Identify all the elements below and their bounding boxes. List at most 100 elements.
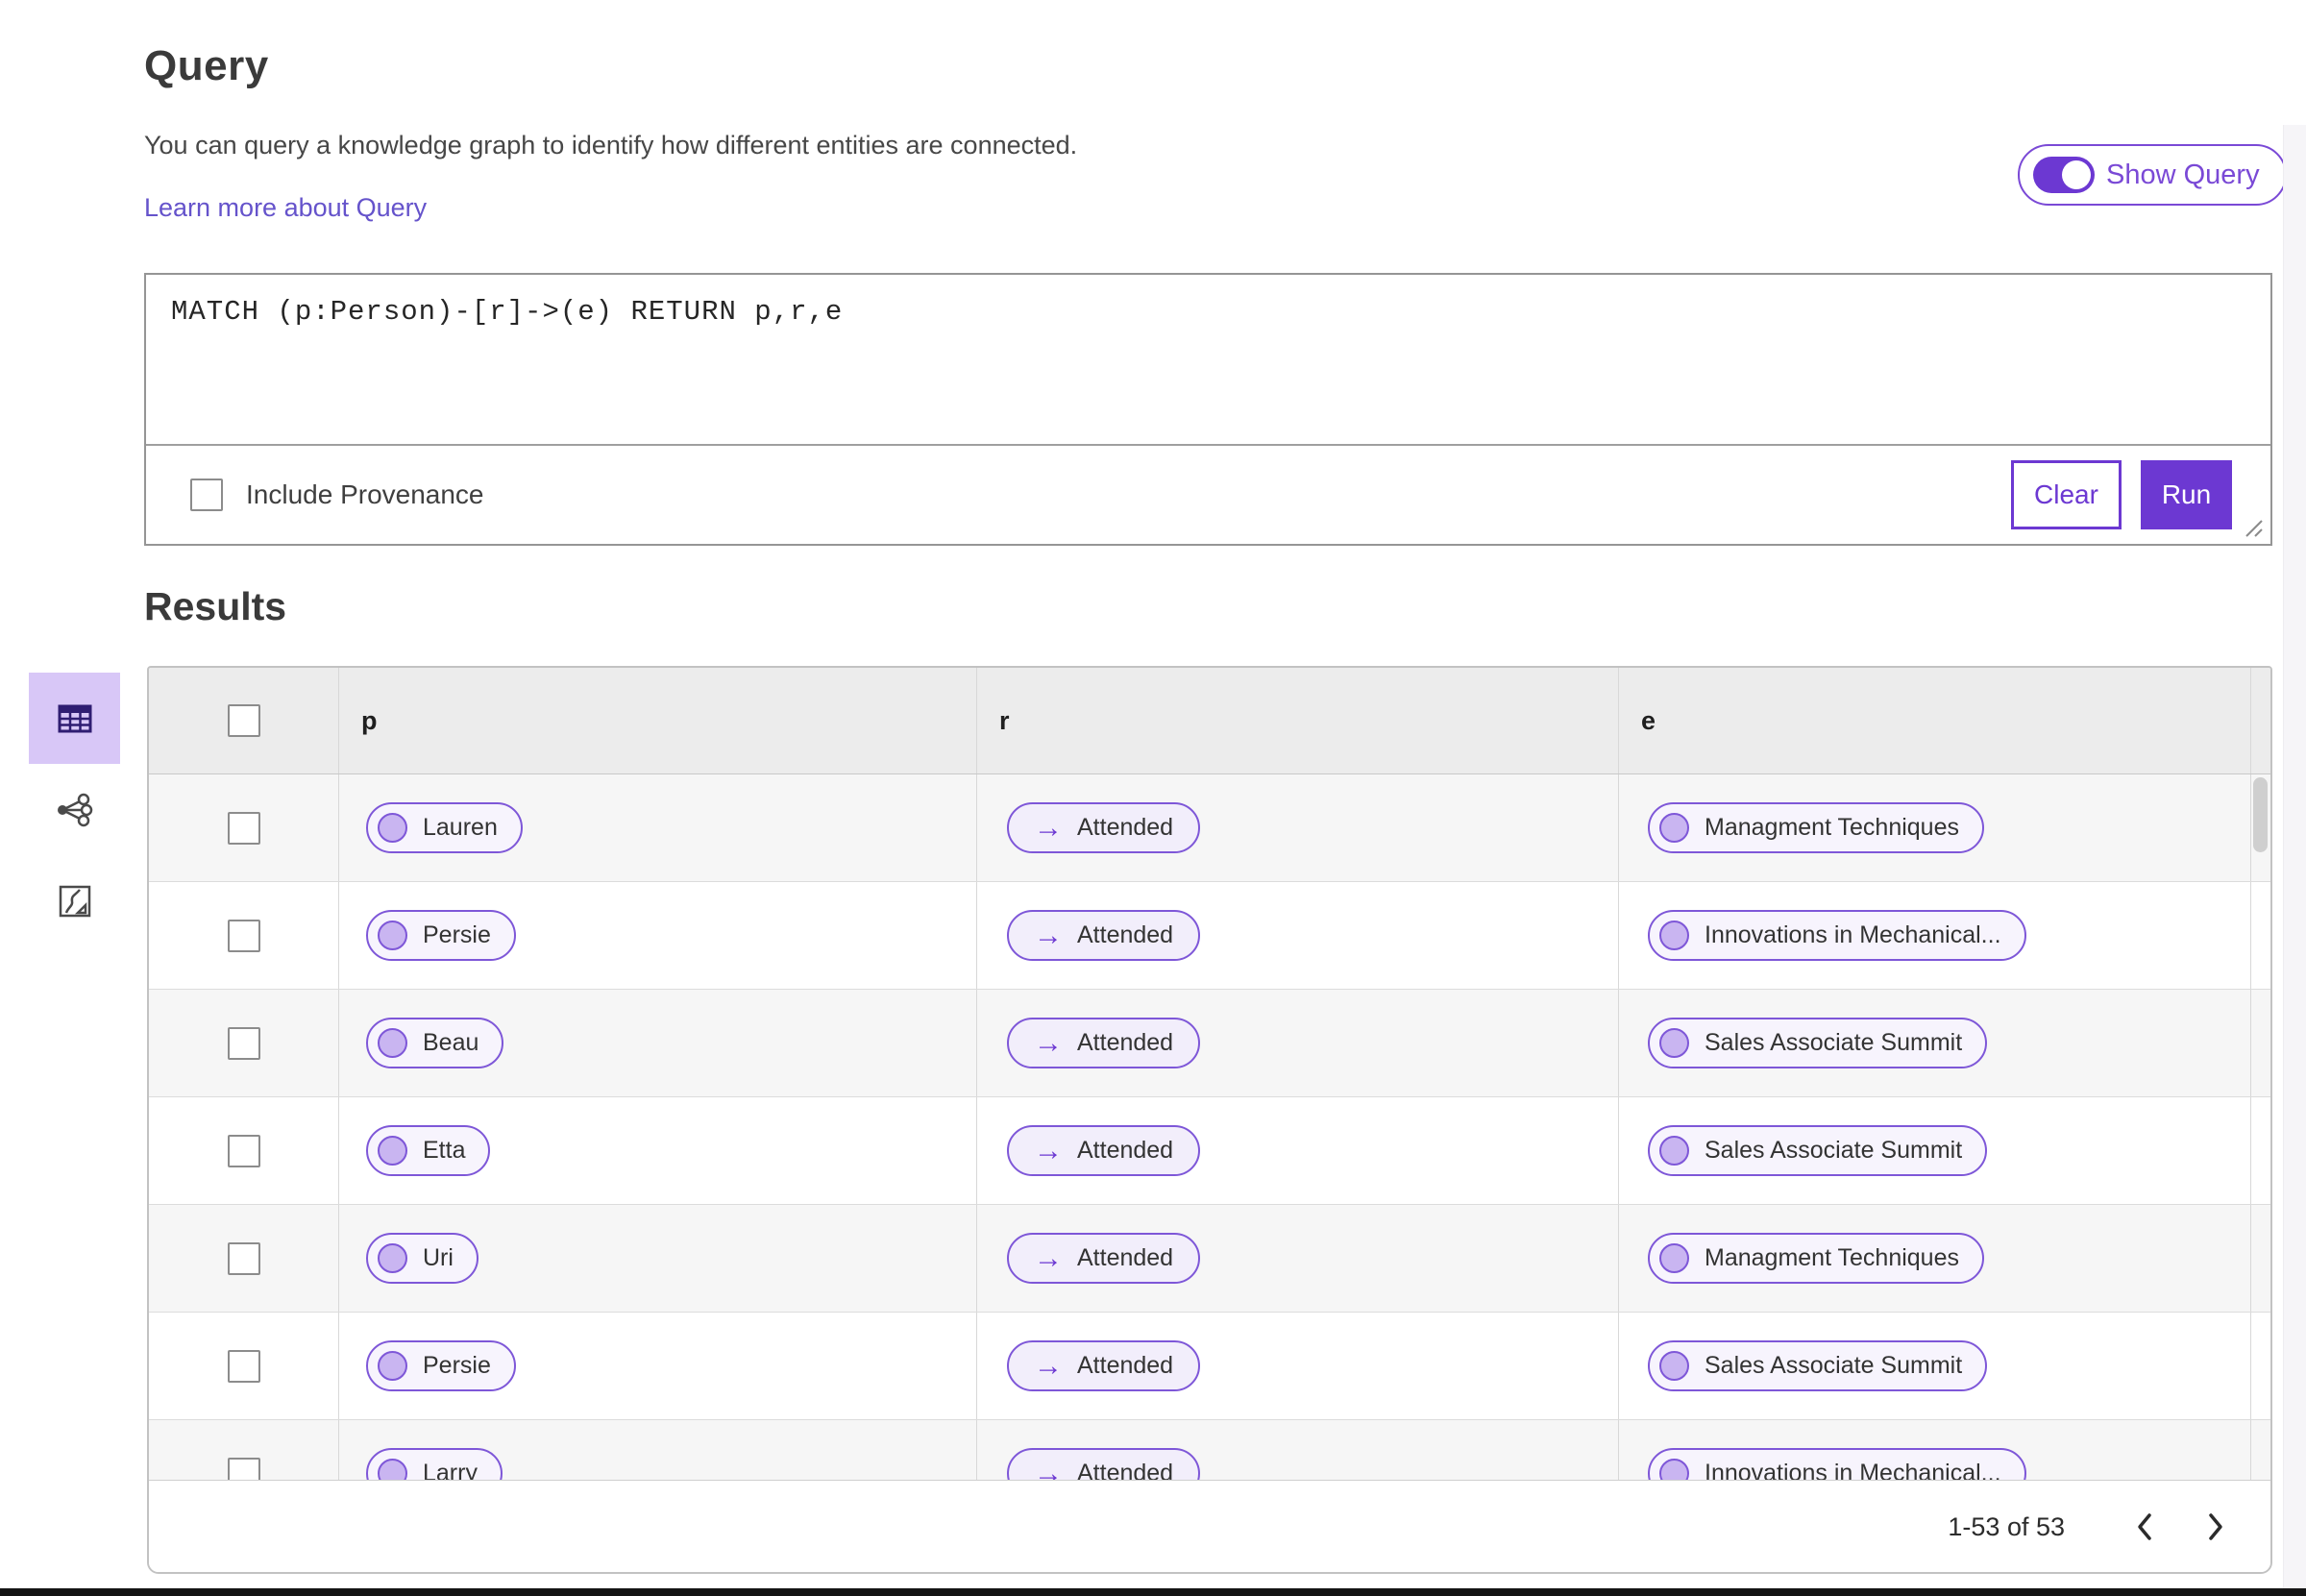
entity-pill-label: Sales Associate Summit bbox=[1705, 1029, 1963, 1056]
entity-dot-icon bbox=[1659, 813, 1689, 843]
arrow-right-icon: → bbox=[1034, 811, 1063, 844]
entity-pill-label: Etta bbox=[423, 1137, 466, 1164]
arrow-right-icon: → bbox=[1034, 1241, 1063, 1274]
table-row: Beau → Attended Sales Associate Summit bbox=[149, 990, 2270, 1097]
row-checkbox[interactable] bbox=[227, 919, 260, 952]
entity-dot-icon bbox=[378, 813, 407, 843]
entity-pill-p[interactable]: Persie bbox=[366, 1340, 516, 1391]
row-checkbox[interactable] bbox=[227, 1457, 260, 1480]
table-row: Etta → Attended Sales Associate Summit bbox=[149, 1097, 2270, 1205]
entity-pill-p[interactable]: Larry bbox=[366, 1448, 503, 1480]
entity-pill-label: Larry bbox=[423, 1460, 478, 1480]
table-view-button[interactable] bbox=[29, 673, 120, 764]
entity-pill-e[interactable]: Managment Techniques bbox=[1648, 802, 1984, 853]
results-table: p r e Lauren → Attended Managment Techni… bbox=[147, 666, 2272, 1574]
relation-pill-label: Attended bbox=[1077, 1244, 1174, 1271]
table-row: Persie → Attended Innovations in Mechani… bbox=[149, 882, 2270, 990]
arrow-right-icon: → bbox=[1034, 919, 1063, 951]
relation-pill[interactable]: → Attended bbox=[1007, 1233, 1201, 1284]
entity-pill-p[interactable]: Uri bbox=[366, 1233, 478, 1284]
row-checkbox[interactable] bbox=[227, 811, 260, 845]
select-all-checkbox[interactable] bbox=[227, 704, 260, 737]
pagination-range-label: 1-53 of 53 bbox=[1948, 1511, 2065, 1541]
entity-pill-label: Sales Associate Summit bbox=[1705, 1352, 1963, 1379]
run-button[interactable]: Run bbox=[2141, 460, 2232, 529]
include-provenance-checkbox[interactable] bbox=[190, 479, 223, 511]
entity-pill-label: Lauren bbox=[423, 814, 498, 841]
previous-page-button[interactable] bbox=[2122, 1500, 2167, 1554]
column-header-p[interactable]: p bbox=[361, 706, 378, 736]
show-query-label: Show Query bbox=[2106, 159, 2260, 190]
graph-view-button[interactable] bbox=[29, 764, 120, 855]
relation-pill[interactable]: → Attended bbox=[1007, 910, 1201, 961]
page-scrollbar[interactable] bbox=[2283, 125, 2306, 1588]
column-header-e[interactable]: e bbox=[1641, 706, 1656, 736]
clear-button[interactable]: Clear bbox=[2011, 460, 2122, 529]
entity-pill-p[interactable]: Lauren bbox=[366, 802, 523, 853]
query-description: You can query a knowledge graph to ident… bbox=[144, 131, 1078, 160]
entity-pill-p[interactable]: Etta bbox=[366, 1125, 491, 1176]
entity-dot-icon bbox=[1659, 921, 1689, 950]
chevron-left-icon bbox=[2138, 1513, 2151, 1540]
arrow-right-icon: → bbox=[1034, 1349, 1063, 1382]
relation-pill[interactable]: → Attended bbox=[1007, 1018, 1201, 1068]
show-query-toggle[interactable]: Show Query bbox=[2018, 144, 2287, 206]
query-panel-footer: Include Provenance Clear Run bbox=[146, 446, 2270, 544]
entity-dot-icon bbox=[378, 1243, 407, 1273]
relation-pill[interactable]: → Attended bbox=[1007, 802, 1201, 853]
entity-dot-icon bbox=[1659, 1243, 1689, 1273]
table-row: Lauren → Attended Managment Techniques bbox=[149, 774, 2270, 882]
entity-pill-label: Managment Techniques bbox=[1705, 1244, 1959, 1271]
chevron-right-icon bbox=[2209, 1513, 2222, 1540]
entity-pill-label: Persie bbox=[423, 1352, 491, 1379]
map-view-icon bbox=[59, 885, 90, 917]
entity-dot-icon bbox=[378, 921, 407, 950]
page-title: Query bbox=[144, 42, 269, 89]
entity-pill-e[interactable]: Sales Associate Summit bbox=[1648, 1018, 1988, 1068]
row-checkbox[interactable] bbox=[227, 1349, 260, 1383]
table-row: Persie → Attended Sales Associate Summit bbox=[149, 1313, 2270, 1420]
table-view-icon bbox=[58, 704, 91, 732]
entity-pill-label: Sales Associate Summit bbox=[1705, 1137, 1963, 1164]
relation-pill[interactable]: → Attended bbox=[1007, 1125, 1201, 1176]
entity-pill-p[interactable]: Beau bbox=[366, 1018, 504, 1068]
entity-pill-e[interactable]: Sales Associate Summit bbox=[1648, 1340, 1988, 1391]
entity-pill-e[interactable]: Innovations in Mechanical... bbox=[1648, 910, 2026, 961]
relation-pill-label: Attended bbox=[1077, 1137, 1174, 1164]
arrow-right-icon: → bbox=[1034, 1134, 1063, 1166]
table-scrollbar-thumb[interactable] bbox=[2253, 777, 2268, 852]
entity-pill-label: Persie bbox=[423, 921, 491, 948]
learn-more-link[interactable]: Learn more about Query bbox=[144, 193, 427, 223]
entity-pill-e[interactable]: Sales Associate Summit bbox=[1648, 1125, 1988, 1176]
include-provenance-label: Include Provenance bbox=[246, 479, 484, 509]
entity-dot-icon bbox=[378, 1136, 407, 1166]
entity-pill-label: Innovations in Mechanical... bbox=[1705, 1460, 2001, 1480]
entity-dot-icon bbox=[1659, 1351, 1689, 1381]
entity-pill-e[interactable]: Innovations in Mechanical... bbox=[1648, 1448, 2026, 1480]
row-checkbox[interactable] bbox=[227, 1134, 260, 1167]
column-header-r[interactable]: r bbox=[999, 706, 1010, 736]
row-checkbox[interactable] bbox=[227, 1241, 260, 1275]
entity-dot-icon bbox=[1659, 1459, 1689, 1480]
table-header-row: p r e bbox=[149, 668, 2270, 774]
entity-pill-p[interactable]: Persie bbox=[366, 910, 516, 961]
relation-pill[interactable]: → Attended bbox=[1007, 1448, 1201, 1480]
arrow-right-icon: → bbox=[1034, 1457, 1063, 1480]
table-row: Uri → Attended Managment Techniques bbox=[149, 1205, 2270, 1313]
table-body: Lauren → Attended Managment Techniques P… bbox=[149, 774, 2270, 1480]
entity-pill-label: Uri bbox=[423, 1244, 454, 1271]
row-checkbox[interactable] bbox=[227, 1026, 260, 1060]
entity-dot-icon bbox=[1659, 1028, 1689, 1058]
resize-grip-icon[interactable] bbox=[2237, 511, 2266, 540]
relation-pill-label: Attended bbox=[1077, 1352, 1174, 1379]
results-title: Results bbox=[144, 584, 287, 628]
query-code-input[interactable]: MATCH (p:Person)-[r]->(e) RETURN p,r,e bbox=[146, 275, 2270, 446]
toggle-switch-icon[interactable] bbox=[2033, 157, 2095, 193]
relation-pill-label: Attended bbox=[1077, 921, 1174, 948]
map-view-button[interactable] bbox=[29, 855, 120, 946]
toggle-knob bbox=[2062, 160, 2091, 189]
relation-pill[interactable]: → Attended bbox=[1007, 1340, 1201, 1391]
entity-dot-icon bbox=[378, 1459, 407, 1480]
entity-pill-e[interactable]: Managment Techniques bbox=[1648, 1233, 1984, 1284]
next-page-button[interactable] bbox=[2194, 1500, 2238, 1554]
